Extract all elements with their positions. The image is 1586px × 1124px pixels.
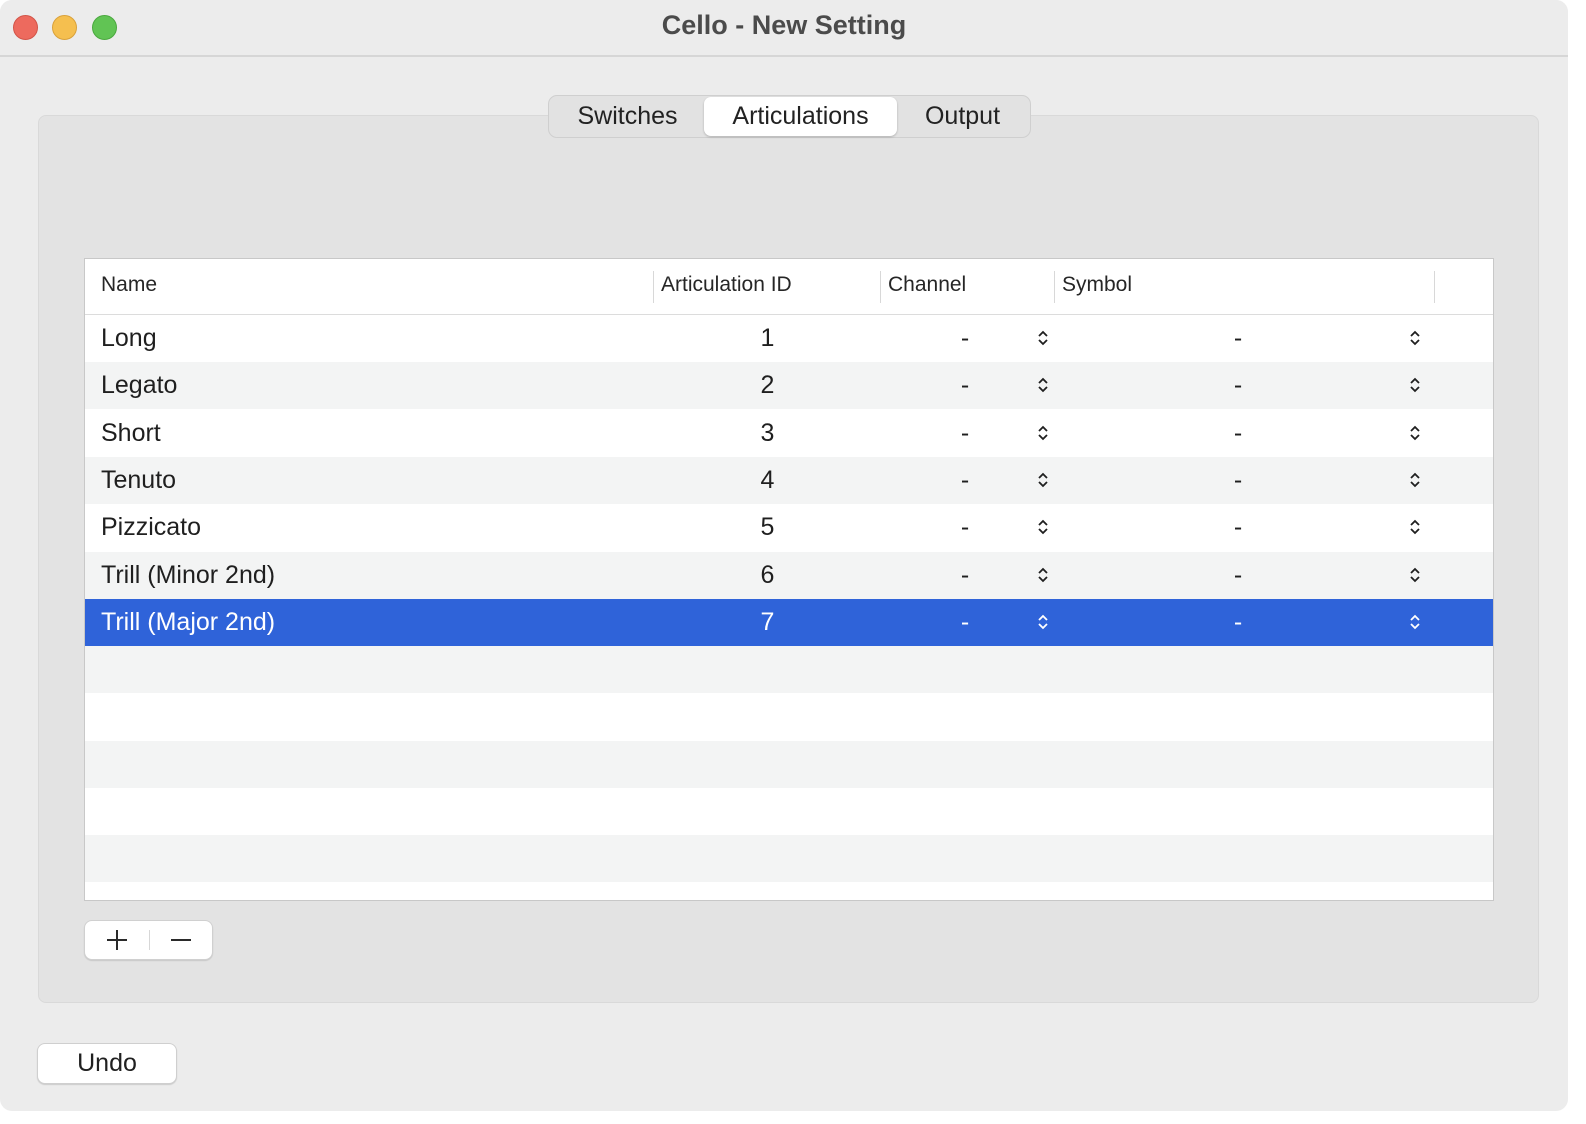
updown-chevron-icon[interactable] [1029, 504, 1057, 551]
row-articulation-id[interactable]: 7 [665, 599, 870, 646]
updown-chevron-icon[interactable] [1401, 457, 1429, 504]
empty-table-row [85, 788, 1493, 835]
row-channel-value[interactable]: - [945, 410, 985, 457]
table-header: Name Articulation ID Channel Symbol [85, 259, 1493, 315]
row-symbol-value[interactable]: - [1218, 457, 1258, 504]
row-name: Long [101, 324, 157, 352]
title-bar[interactable]: Cello - New Setting [0, 0, 1568, 57]
row-channel-value[interactable]: - [945, 457, 985, 504]
updown-chevron-icon[interactable] [1029, 457, 1057, 504]
row-symbol-value[interactable]: - [1218, 362, 1258, 409]
row-channel-value[interactable]: - [945, 362, 985, 409]
column-divider[interactable] [653, 271, 654, 303]
table-row[interactable]: Trill (Major 2nd) 7 - - [85, 598, 1493, 646]
table-row[interactable]: Short 3 - - [85, 409, 1493, 457]
row-articulation-id[interactable]: 4 [665, 457, 870, 504]
updown-chevron-icon[interactable] [1401, 410, 1429, 457]
app-window: Cello - New Setting Switches Articulatio… [0, 0, 1568, 1111]
table-row[interactable]: Tenuto 4 - - [85, 456, 1493, 504]
row-articulation-id[interactable]: 2 [665, 362, 870, 409]
row-articulation-id[interactable]: 3 [665, 410, 870, 457]
column-divider[interactable] [1434, 271, 1435, 303]
row-symbol-value[interactable]: - [1218, 504, 1258, 551]
column-header-channel[interactable]: Channel [888, 273, 966, 297]
add-row-button[interactable] [85, 921, 149, 959]
table-row[interactable]: Long 1 - - [85, 315, 1493, 362]
row-channel-value[interactable]: - [945, 599, 985, 646]
row-channel-value[interactable]: - [945, 315, 985, 362]
empty-table-row [85, 646, 1493, 694]
plus-icon [107, 930, 127, 950]
updown-chevron-icon[interactable] [1029, 315, 1057, 362]
tab-bar: Switches Articulations Output [548, 95, 1031, 138]
updown-chevron-icon[interactable] [1401, 362, 1429, 409]
row-articulation-id[interactable]: 6 [665, 552, 870, 599]
updown-chevron-icon[interactable] [1029, 599, 1057, 646]
row-articulation-id[interactable]: 1 [665, 315, 870, 362]
updown-chevron-icon[interactable] [1401, 552, 1429, 599]
articulations-table: Name Articulation ID Channel Symbol Long… [84, 258, 1494, 901]
column-header-symbol[interactable]: Symbol [1062, 273, 1132, 297]
row-articulation-id[interactable]: 5 [665, 504, 870, 551]
updown-chevron-icon[interactable] [1401, 599, 1429, 646]
row-name: Tenuto [101, 465, 177, 494]
column-header-articulation-id[interactable]: Articulation ID [661, 273, 792, 297]
updown-chevron-icon[interactable] [1029, 410, 1057, 457]
row-symbol-value[interactable]: - [1218, 315, 1258, 362]
remove-row-button[interactable] [149, 921, 213, 959]
updown-chevron-icon[interactable] [1401, 504, 1429, 551]
row-name: Pizzicato [101, 513, 202, 542]
updown-chevron-icon[interactable] [1029, 552, 1057, 599]
minus-icon [171, 939, 191, 941]
table-row[interactable]: Pizzicato 5 - - [85, 504, 1493, 552]
row-symbol-value[interactable]: - [1218, 552, 1258, 599]
row-symbol-value[interactable]: - [1218, 599, 1258, 646]
empty-table-row [85, 882, 1493, 900]
empty-table-row [85, 740, 1493, 788]
add-remove-control [84, 920, 213, 960]
updown-chevron-icon[interactable] [1401, 315, 1429, 362]
row-name: Short [101, 418, 161, 447]
window-title: Cello - New Setting [661, 10, 907, 40]
row-name: Trill (Major 2nd) [101, 607, 276, 636]
row-name: Legato [101, 371, 178, 400]
row-symbol-value[interactable]: - [1218, 410, 1258, 457]
column-header-name[interactable]: Name [101, 273, 157, 297]
empty-table-row [85, 693, 1493, 741]
undo-button[interactable]: Undo [37, 1043, 177, 1084]
row-name: Trill (Minor 2nd) [101, 560, 276, 589]
table-row[interactable]: Trill (Minor 2nd) 6 - - [85, 551, 1493, 599]
row-channel-value[interactable]: - [945, 552, 985, 599]
column-divider[interactable] [1054, 271, 1055, 303]
tab-switches[interactable]: Switches [551, 97, 704, 136]
table-row[interactable]: Legato 2 - - [85, 362, 1493, 410]
empty-table-row [85, 835, 1493, 883]
row-channel-value[interactable]: - [945, 504, 985, 551]
tab-output[interactable]: Output [897, 97, 1028, 136]
tab-articulations[interactable]: Articulations [704, 97, 897, 136]
updown-chevron-icon[interactable] [1029, 362, 1057, 409]
column-divider[interactable] [880, 271, 881, 303]
